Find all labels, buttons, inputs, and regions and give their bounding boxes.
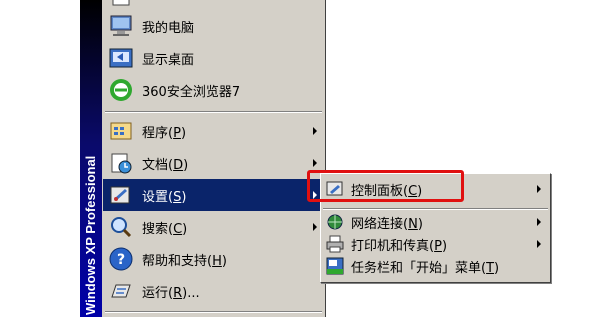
menu-item-label: 程序(P) [142,125,187,141]
menu-item-label: 我的电脑 [142,20,195,36]
submenu-item-taskbar[interactable]: 任务栏和「开始」菜单(T) [323,255,548,277]
show-desktop-icon [109,46,133,70]
menu-item-label: 运行(R)... [142,285,200,301]
start-menu: Windows XP Professional 我的电脑 显示桌面 360安全浏 [80,0,326,317]
printer-icon [326,235,344,253]
menu-item-label: 帮助和支持(H) [142,253,227,269]
submenu-arrow-icon [313,127,317,135]
menu-item-label: 显示桌面 [142,52,195,68]
submenu-separator [323,208,548,210]
submenu-item-printers[interactable]: 打印机和传真(P) [323,233,548,255]
menu-item-run[interactable]: 运行(R)... [103,275,324,307]
menu-item-help[interactable]: ? 帮助和支持(H) [103,243,324,275]
taskbar-icon [326,257,344,275]
menu-separator [105,311,322,313]
search-icon [109,215,133,239]
help-icon: ? [109,247,133,271]
start-menu-sidebar: Windows XP Professional [80,0,102,317]
menu-item-show-desktop[interactable]: 显示桌面 [103,42,324,74]
menu-item-programs[interactable]: 程序(P) [103,115,324,147]
menu-item-label: 文档(D) [142,157,189,173]
menu-item-documents[interactable]: 文档(D) [103,147,324,179]
sidebar-brand-text: Windows XP Professional [83,155,98,315]
submenu-arrow-icon [537,240,541,248]
programs-icon [109,119,133,143]
menu-separator [105,111,322,113]
browser-360-icon [109,78,133,102]
settings-icon [109,183,133,207]
submenu-arrow-icon [537,218,541,226]
menu-item-my-computer[interactable]: 我的电脑 [103,10,324,42]
menu-item-settings[interactable]: 设置(S) [103,179,324,211]
menu-item-label: 设置(S) [142,189,187,205]
menu-item-label: 360安全浏览器7 [142,84,241,100]
submenu-item-label: 网络连接(N) [351,216,423,232]
documents-icon [109,151,133,175]
annotation-highlight-box [307,170,464,202]
submenu-item-label: 任务栏和「开始」菜单(T) [351,260,500,276]
submenu-arrow-icon [313,223,317,231]
svg-text:?: ? [117,252,125,268]
my-computer-icon [109,14,133,38]
menu-item-360-browser[interactable]: 360安全浏览器7 [103,74,324,106]
run-icon [109,279,133,303]
menu-item-label: 搜索(C) [142,221,188,237]
submenu-arrow-icon [313,159,317,167]
menu-item-search[interactable]: 搜索(C) [103,211,324,243]
network-icon [326,213,344,231]
submenu-arrow-icon [537,185,541,193]
submenu-item-label: 打印机和传真(P) [351,238,448,254]
submenu-item-network[interactable]: 网络连接(N) [323,211,548,233]
